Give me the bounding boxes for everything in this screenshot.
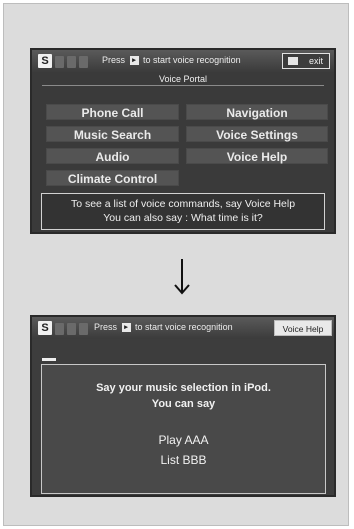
hint-line-2: You can also say : What time is it? xyxy=(103,212,263,224)
example-command-2: List BBB xyxy=(160,453,207,467)
music-selection-screen: S Press ▸ to start voice recognition Voi… xyxy=(30,315,336,497)
talk-button-icon: ▸ xyxy=(129,56,139,66)
top-status-bar: S Press ▸ to start voice recognition exi… xyxy=(32,50,334,72)
prompt-start-text: to start voice recognition xyxy=(135,322,233,332)
phone-call-button[interactable]: Phone Call xyxy=(46,104,179,120)
voice-prompt-text: Press ▸ to start voice recognition xyxy=(94,322,233,333)
prompt-start-text: to start voice recognition xyxy=(143,55,241,65)
down-arrow-icon xyxy=(174,259,190,295)
exit-label: exit xyxy=(308,56,323,66)
voice-prompt-text: Press ▸ to start voice recognition xyxy=(102,55,241,66)
signal-strength-icon xyxy=(55,55,95,68)
voice-recognition-icon: S xyxy=(38,54,52,68)
voice-help-button[interactable]: Voice Help xyxy=(186,148,328,164)
talk-button-icon: ▸ xyxy=(121,323,131,333)
exit-icon xyxy=(288,57,298,65)
voice-portal-screen: S Press ▸ to start voice recognition exi… xyxy=(30,48,336,234)
voice-prompt-panel: Say your music selection in iPod. You ca… xyxy=(41,364,326,494)
navigation-button[interactable]: Navigation xyxy=(186,104,328,120)
prompt-line-2: You can say xyxy=(151,398,216,410)
prompt-line-1: Say your music selection in iPod. xyxy=(96,382,271,394)
selection-marker xyxy=(42,358,56,361)
hint-line-1: To see a list of voice commands, say Voi… xyxy=(70,198,296,210)
example-command-1: Play AAA xyxy=(158,433,209,447)
climate-control-button[interactable]: Climate Control xyxy=(46,170,179,186)
voice-help-button[interactable]: Voice Help xyxy=(274,320,332,336)
prompt-press-text: Press xyxy=(94,322,118,332)
music-search-button[interactable]: Music Search xyxy=(46,126,179,142)
exit-button[interactable]: exit xyxy=(282,53,330,69)
audio-button[interactable]: Audio xyxy=(46,148,179,164)
manual-page-frame: S Press ▸ to start voice recognition exi… xyxy=(3,3,349,526)
voice-settings-button[interactable]: Voice Settings xyxy=(186,126,328,142)
top-status-bar: S Press ▸ to start voice recognition Voi… xyxy=(32,317,334,339)
voice-recognition-icon: S xyxy=(38,321,52,335)
title-divider xyxy=(42,85,324,86)
prompt-press-text: Press xyxy=(102,55,126,65)
screen-title: Voice Portal xyxy=(158,74,208,84)
hint-box: To see a list of voice commands, say Voi… xyxy=(41,193,325,230)
signal-strength-icon xyxy=(55,322,95,335)
